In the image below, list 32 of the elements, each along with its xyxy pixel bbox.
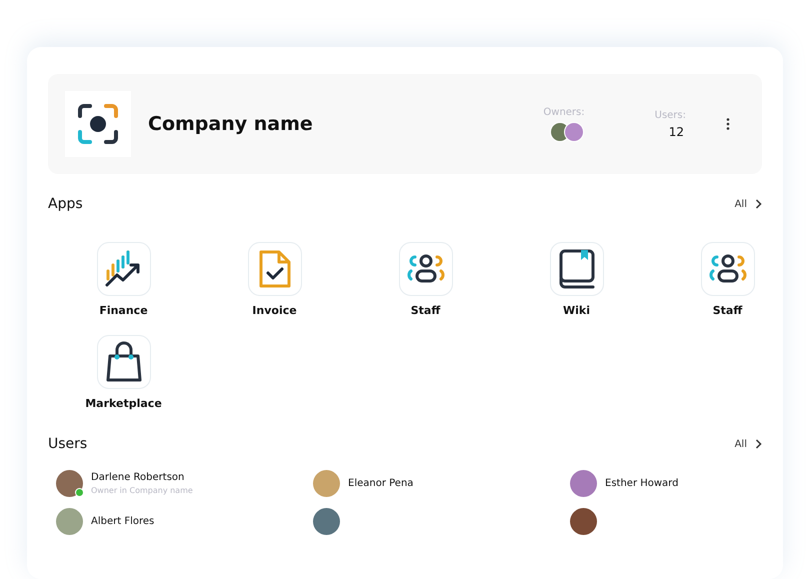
company-name: Company name (148, 113, 314, 135)
chevron-right-icon (755, 439, 762, 449)
app-label: Invoice (252, 304, 297, 317)
users-count: 12 (668, 124, 684, 138)
book-icon[interactable] (550, 242, 604, 296)
chevron-right-icon (755, 199, 762, 209)
section-title: Apps (48, 196, 83, 212)
bag-icon[interactable] (96, 335, 150, 389)
people-icon[interactable] (700, 242, 754, 296)
app-label: Staff (410, 304, 440, 317)
document-check-icon[interactable] (248, 242, 302, 296)
user-name[interactable]: Esther Howard (605, 478, 678, 488)
avatar[interactable] (570, 470, 597, 496)
avatar[interactable] (56, 470, 83, 496)
chart-icon[interactable] (96, 242, 150, 296)
people-icon[interactable] (398, 242, 452, 296)
all-link[interactable]: All (734, 438, 762, 450)
section-title: Users (48, 436, 88, 452)
app-label: Marketplace (85, 397, 162, 410)
user-name[interactable]: Darlene Robertson (91, 472, 193, 482)
owners-label: Owners: (543, 106, 585, 118)
avatar[interactable] (313, 508, 340, 534)
avatar[interactable] (570, 508, 597, 534)
app-label: Wiki (563, 304, 590, 317)
user-role: Owner in Company name (91, 486, 193, 494)
app-label: Staff (712, 304, 742, 317)
company-logo (65, 91, 131, 157)
all-link[interactable]: All (734, 198, 762, 210)
user-name[interactable]: Albert Flores (91, 516, 154, 526)
app-label: Finance (99, 304, 148, 317)
users-label: Users: (654, 110, 686, 120)
user-name[interactable]: Eleanor Pena (348, 478, 414, 488)
